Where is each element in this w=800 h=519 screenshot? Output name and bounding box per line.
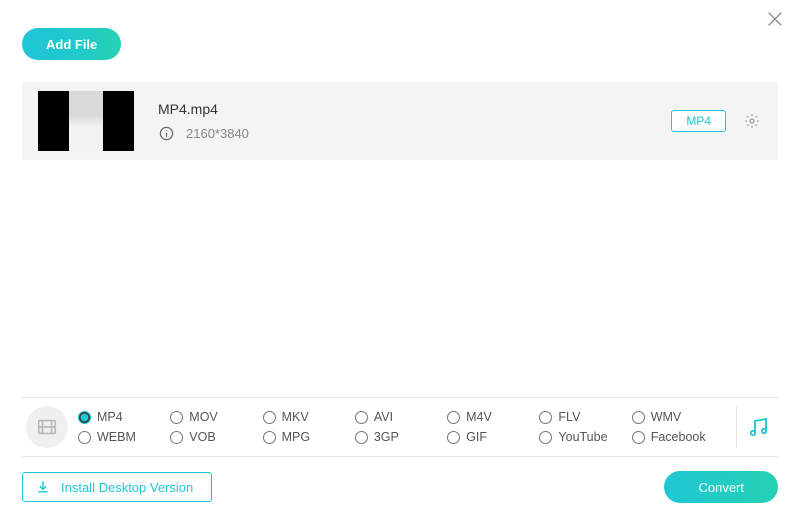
file-item: MP4.mp4 2160*3840 MP4 [22,82,778,160]
format-radio[interactable] [170,411,183,424]
format-radio[interactable] [447,411,460,424]
format-label: WEBM [97,430,136,444]
install-desktop-label: Install Desktop Version [61,480,193,495]
download-icon [35,479,51,495]
file-name: MP4.mp4 [158,101,671,117]
format-label: AVI [374,410,393,424]
format-label: WMV [651,410,682,424]
format-label: MP4 [97,410,123,424]
toolbar: Add File [0,0,800,72]
format-grid: MP4 MOV MKV AVI M4V FLV WMV WEBM VOB MPG 3GP GIF You… [78,410,732,444]
format-radio[interactable] [78,431,91,444]
format-label: GIF [466,430,487,444]
file-resolution: 2160*3840 [186,126,249,141]
audio-category-button[interactable] [736,406,778,448]
format-option-3gp[interactable]: 3GP [355,430,447,444]
format-option-mp4[interactable]: MP4 [78,410,170,424]
format-radio[interactable] [539,411,552,424]
format-radio[interactable] [632,431,645,444]
format-option-mov[interactable]: MOV [170,410,262,424]
file-meta: MP4.mp4 2160*3840 [158,101,671,141]
format-bar: MP4 MOV MKV AVI M4V FLV WMV WEBM VOB MPG 3GP GIF You… [22,397,778,457]
format-radio[interactable] [170,431,183,444]
format-label: MPG [282,430,310,444]
format-label: M4V [466,410,492,424]
format-option-facebook[interactable]: Facebook [632,430,724,444]
format-option-mkv[interactable]: MKV [263,410,355,424]
format-label: MOV [189,410,217,424]
add-file-button[interactable]: Add File [22,28,121,60]
format-radio[interactable] [263,431,276,444]
format-option-vob[interactable]: VOB [170,430,262,444]
format-radio[interactable] [447,431,460,444]
install-desktop-button[interactable]: Install Desktop Version [22,472,212,502]
format-option-wmv[interactable]: WMV [632,410,724,424]
format-option-webm[interactable]: WEBM [78,430,170,444]
format-radio[interactable] [632,411,645,424]
format-radio[interactable] [355,431,368,444]
format-radio[interactable] [539,431,552,444]
info-icon [158,125,174,141]
format-option-m4v[interactable]: M4V [447,410,539,424]
format-label: MKV [282,410,309,424]
format-option-flv[interactable]: FLV [539,410,631,424]
close-button[interactable] [766,10,786,30]
format-radio[interactable] [78,411,91,424]
settings-button[interactable] [742,111,762,131]
format-option-mpg[interactable]: MPG [263,430,355,444]
format-option-avi[interactable]: AVI [355,410,447,424]
format-label: YouTube [558,430,607,444]
format-radio[interactable] [263,411,276,424]
convert-button[interactable]: Convert [664,471,778,503]
bottom-bar: Install Desktop Version Convert [22,471,778,503]
output-format-tag[interactable]: MP4 [671,110,726,132]
format-radio[interactable] [355,411,368,424]
format-label: FLV [558,410,580,424]
format-label: VOB [189,430,215,444]
format-option-gif[interactable]: GIF [447,430,539,444]
video-category-icon[interactable] [26,406,68,448]
file-thumbnail [38,91,134,151]
format-option-youtube[interactable]: YouTube [539,430,631,444]
format-label: 3GP [374,430,399,444]
format-label: Facebook [651,430,706,444]
